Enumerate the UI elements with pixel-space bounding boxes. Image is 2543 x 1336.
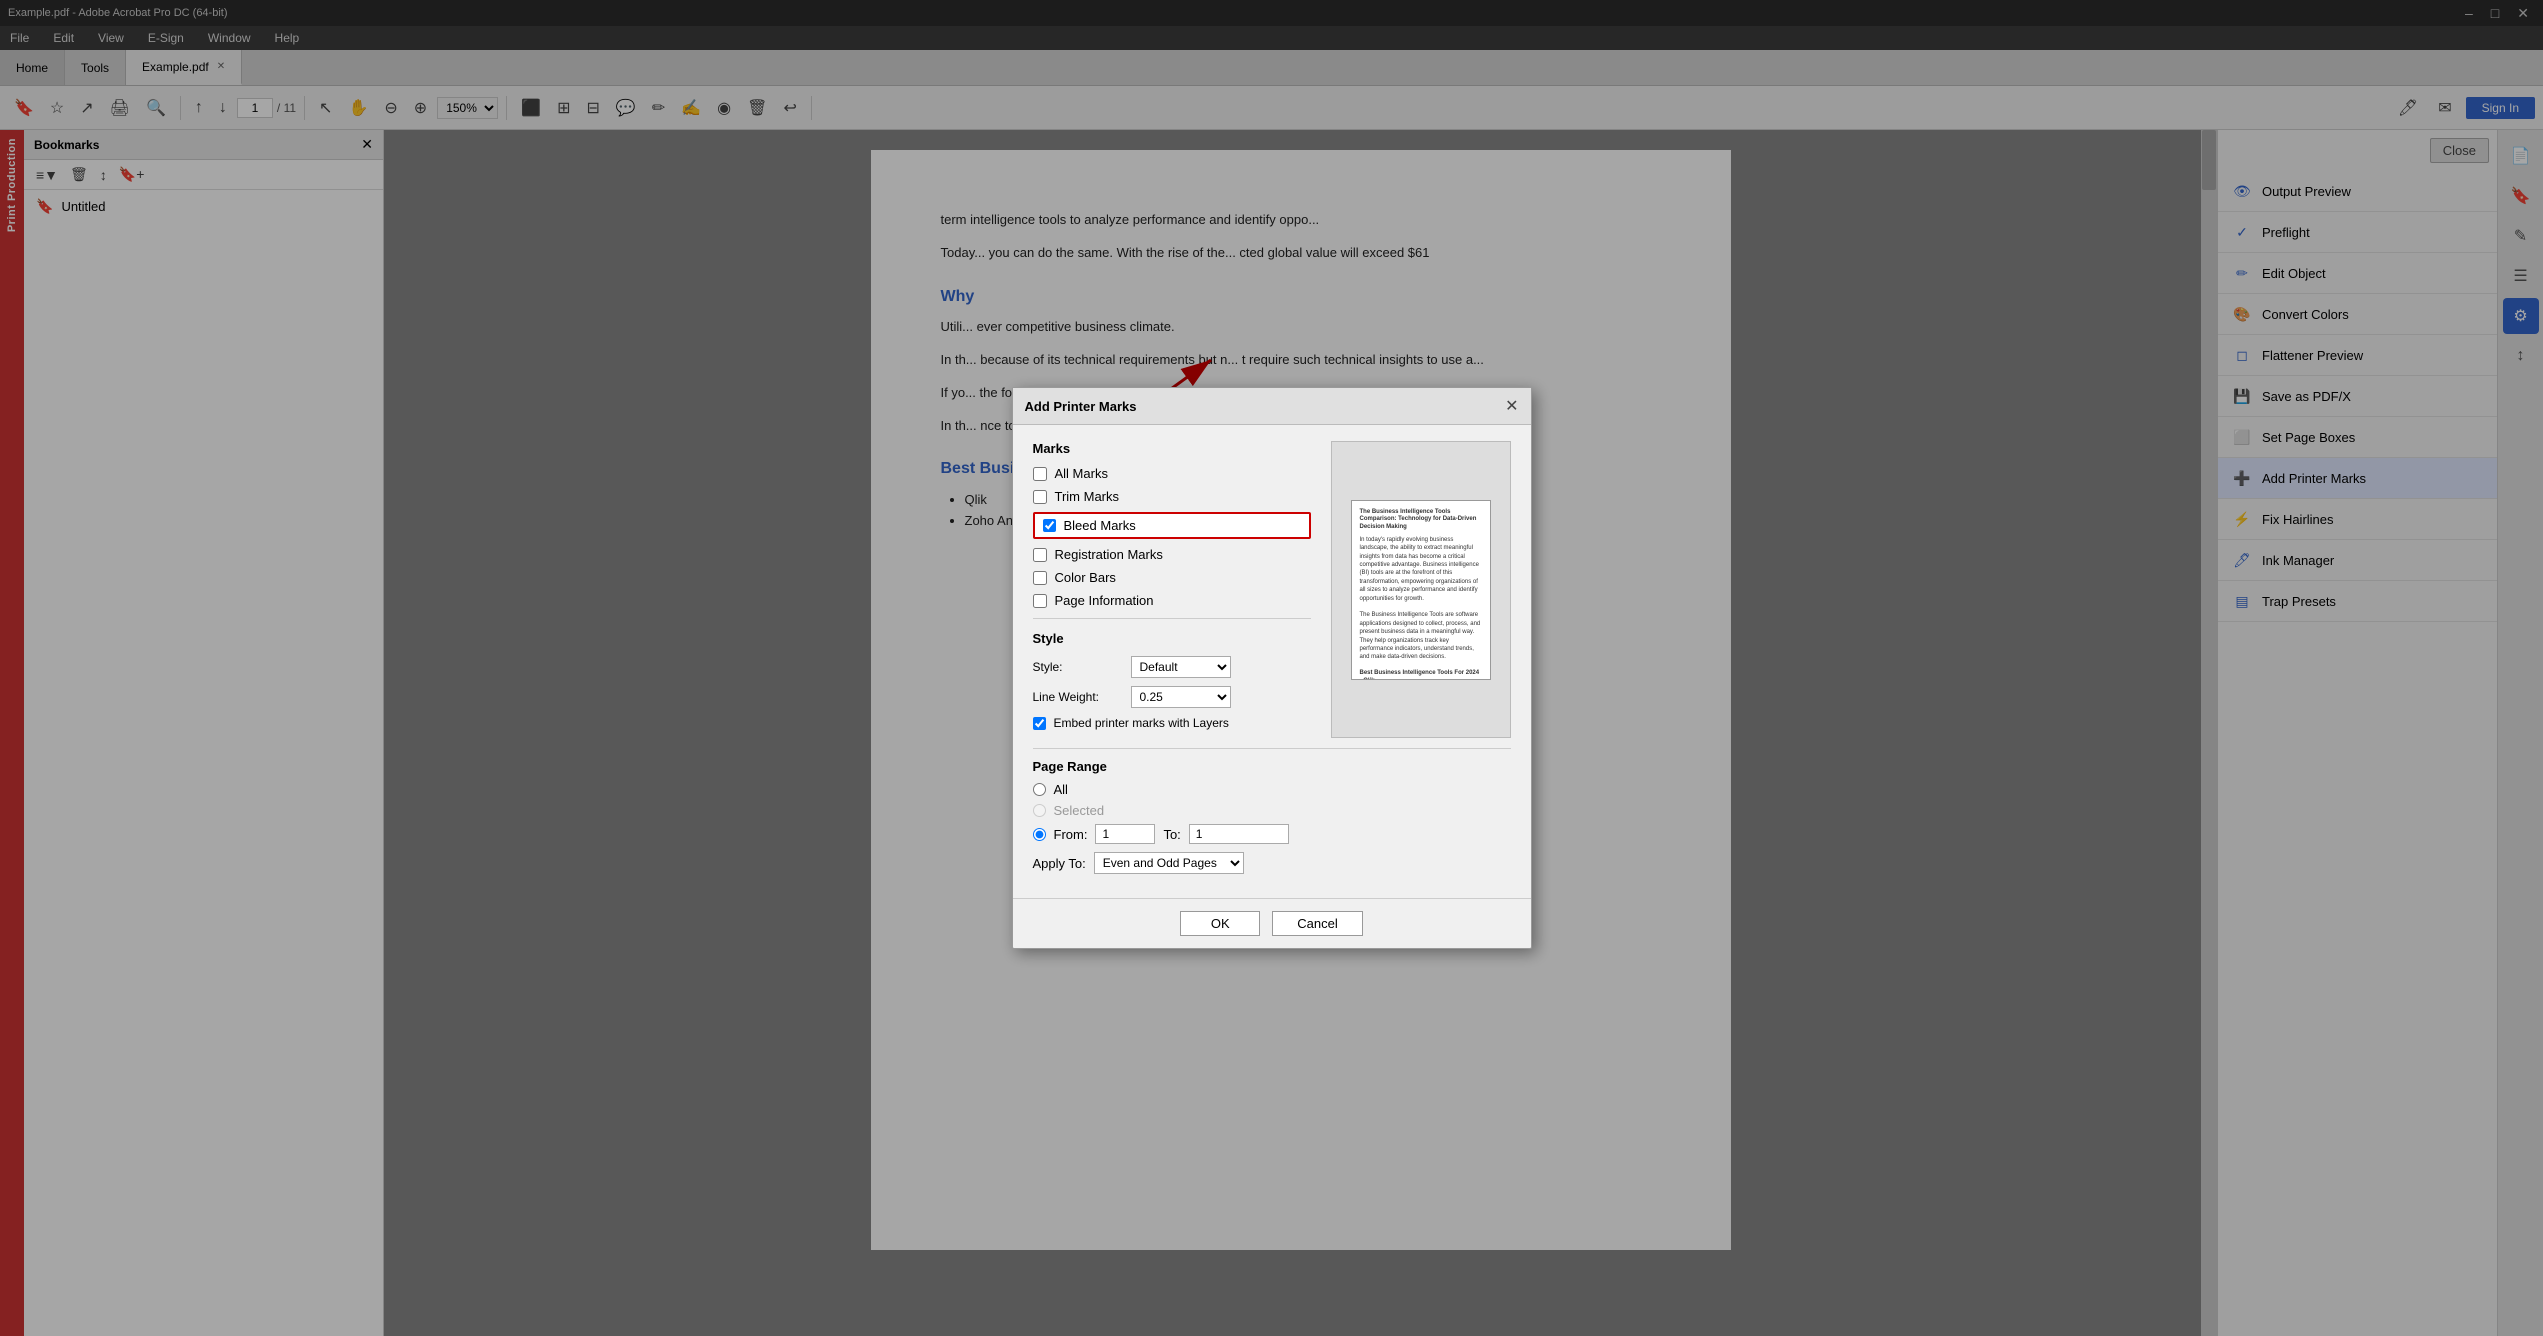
page-range-section-label: Page Range: [1033, 759, 1511, 774]
style-row: Style: Default InDesign QuarkXPress: [1033, 656, 1311, 678]
style-select[interactable]: Default InDesign QuarkXPress: [1131, 656, 1231, 678]
radio-from[interactable]: [1033, 828, 1046, 841]
style-section-label: Style: [1033, 631, 1311, 646]
radio-selected[interactable]: [1033, 804, 1046, 817]
line-weight-field-label: Line Weight:: [1033, 690, 1123, 704]
from-input[interactable]: [1095, 824, 1155, 844]
add-printer-marks-dialog: Add Printer Marks ✕ Marks All Marks Trim…: [1012, 387, 1532, 949]
page-info-checkbox[interactable]: [1033, 594, 1047, 608]
all-marks-row: All Marks: [1033, 466, 1311, 481]
to-label: To:: [1163, 827, 1180, 842]
radio-all[interactable]: [1033, 783, 1046, 796]
style-field-label: Style:: [1033, 660, 1123, 674]
bleed-marks-checkbox[interactable]: [1043, 519, 1056, 532]
trim-marks-label: Trim Marks: [1055, 489, 1120, 504]
style-section: Style Style: Default InDesign QuarkXPres…: [1033, 631, 1311, 730]
dialog-left-col: Marks All Marks Trim Marks Bleed Mark: [1033, 441, 1311, 738]
apply-to-label: Apply To:: [1033, 856, 1086, 871]
color-bars-label: Color Bars: [1055, 570, 1116, 585]
bleed-marks-row: Bleed Marks: [1033, 512, 1311, 539]
dialog-close-button[interactable]: ✕: [1505, 396, 1518, 416]
print-marks-preview: The Business Intelligence Tools Comparis…: [1351, 500, 1491, 680]
trim-marks-row: Trim Marks: [1033, 489, 1311, 504]
dialog-preview-col: The Business Intelligence Tools Comparis…: [1331, 441, 1511, 738]
radio-selected-label: Selected: [1054, 803, 1105, 818]
page-info-row: Page Information: [1033, 593, 1311, 608]
preview-title: The Business Intelligence Tools Comparis…: [1360, 509, 1482, 532]
radio-all-label: All: [1054, 782, 1068, 797]
radio-all-row: All: [1033, 782, 1511, 797]
all-marks-label: All Marks: [1055, 466, 1108, 481]
cancel-button[interactable]: Cancel: [1272, 911, 1362, 936]
radio-selected-row: Selected: [1033, 803, 1511, 818]
registration-marks-row: Registration Marks: [1033, 547, 1311, 562]
registration-marks-checkbox[interactable]: [1033, 548, 1047, 562]
dialog-columns: Marks All Marks Trim Marks Bleed Mark: [1033, 441, 1511, 738]
dialog-divider-2: [1033, 748, 1511, 749]
all-marks-checkbox[interactable]: [1033, 467, 1047, 481]
to-input[interactable]: [1189, 824, 1289, 844]
dialog-footer: OK Cancel: [1013, 898, 1531, 948]
page-info-label: Page Information: [1055, 593, 1154, 608]
dialog-divider-1: [1033, 618, 1311, 619]
embed-label: Embed printer marks with Layers: [1054, 716, 1229, 730]
color-bars-checkbox[interactable]: [1033, 571, 1047, 585]
ok-button[interactable]: OK: [1180, 911, 1260, 936]
apply-to-select[interactable]: Even and Odd Pages Even Pages Only Odd P…: [1094, 852, 1244, 874]
registration-marks-label: Registration Marks: [1055, 547, 1163, 562]
marks-section-label: Marks: [1033, 441, 1311, 456]
from-to-row: From: To:: [1033, 824, 1511, 844]
trim-marks-checkbox[interactable]: [1033, 490, 1047, 504]
dialog-title: Add Printer Marks: [1025, 399, 1137, 414]
embed-row: Embed printer marks with Layers: [1033, 716, 1311, 730]
dialog-title-bar: Add Printer Marks ✕: [1013, 388, 1531, 425]
dialog-body: Marks All Marks Trim Marks Bleed Mark: [1013, 425, 1531, 898]
line-weight-select[interactable]: 0.25 0.50 1.00: [1131, 686, 1231, 708]
bleed-marks-label: Bleed Marks: [1064, 518, 1136, 533]
preview-body: In today's rapidly evolving business lan…: [1360, 536, 1482, 662]
from-label: From:: [1054, 827, 1088, 842]
color-bars-row: Color Bars: [1033, 570, 1311, 585]
line-weight-row: Line Weight: 0.25 0.50 1.00: [1033, 686, 1311, 708]
modal-overlay: Add Printer Marks ✕ Marks All Marks Trim…: [0, 0, 2543, 1336]
apply-row: Apply To: Even and Odd Pages Even Pages …: [1033, 852, 1511, 874]
preview-footer: Best Business Intelligence Tools For 202…: [1360, 670, 1482, 680]
embed-checkbox[interactable]: [1033, 717, 1046, 730]
